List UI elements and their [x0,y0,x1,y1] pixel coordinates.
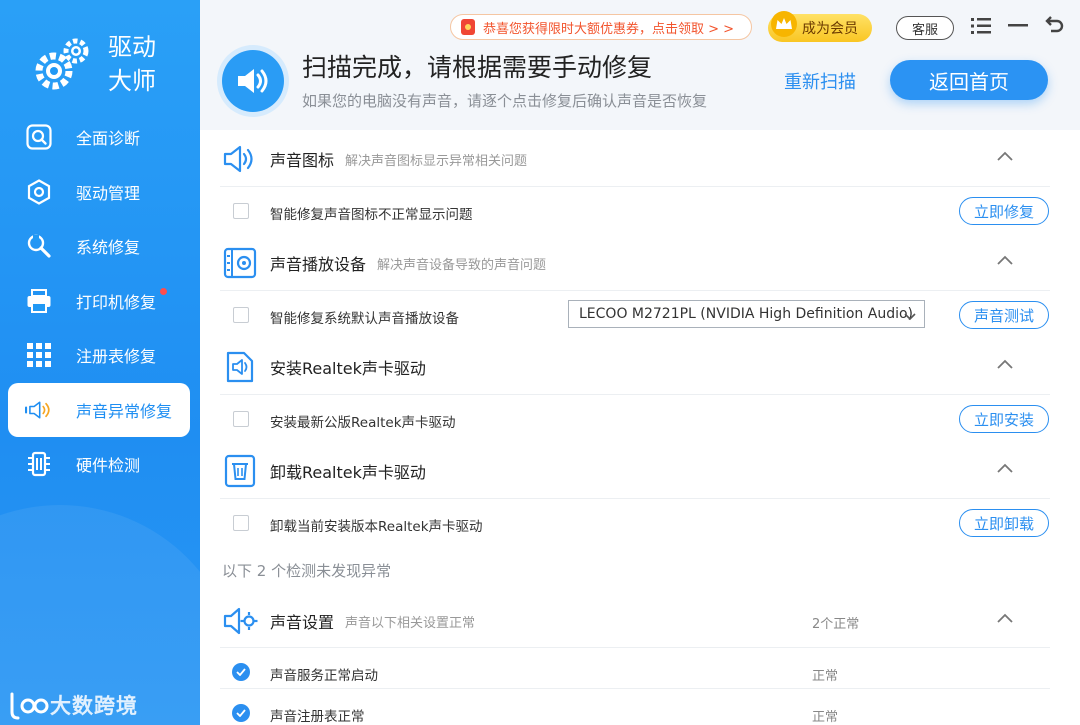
sidebar-item-hardware-check[interactable]: 硬件检测 [8,437,190,492]
grid-icon [25,341,53,369]
device-icon [222,245,258,281]
section-title: 声音设置 [270,613,335,632]
list-item: 智能修复声音图标不正常显示问题 立即修复 [220,186,1050,236]
list-item: 声音注册表正常 正常 [220,688,1050,725]
check-icon [232,663,250,681]
section-desc: 解决声音设备导致的声音问题 [377,258,547,273]
sidebar-nav: 全面诊断 驱动管理 系统修复 打印机修复 注册表修复 声音异常修复 硬件检测 [8,110,190,492]
playback-device-select[interactable]: LECOO M2721PL (NVIDIA High Definition Au… [568,300,925,328]
section-desc: 声音以下相关设置正常 [345,616,476,631]
sound-status-icon [222,50,284,112]
sidebar-item-full-diagnosis[interactable]: 全面诊断 [8,110,190,165]
rescan-link[interactable]: 重新扫描 [784,68,856,94]
sidebar-item-label: 系统修复 [76,238,141,258]
crown-icon [771,11,797,37]
watermark: 大数跨境 [8,690,138,720]
list-item: 智能修复系统默认声音播放设备 LECOO M2721PL (NVIDIA Hig… [220,290,1050,340]
home-button[interactable]: 返回首页 [890,60,1048,100]
sidebar-item-label: 声音异常修复 [76,401,173,421]
item-text: 声音注册表正常 [270,709,365,725]
normal-results-header: 以下 2 个检测未发现异常 [222,562,392,580]
trash-icon [222,453,258,489]
app-name-line1: 驱动 [108,33,156,61]
item-text: 卸载当前安装版本Realtek声卡驱动 [270,519,483,535]
item-text: 声音服务正常启动 [270,668,378,684]
chip-icon [25,450,53,478]
page-subtitle: 如果您的电脑没有声音，请逐个点击修复后确认声音是否恢复 [302,92,708,110]
section-sound-settings: 声音设置 声音以下相关设置正常 2个正常 [200,592,1080,646]
uninstall-now-button[interactable]: 立即卸载 [959,509,1049,537]
speaker-outline-icon [222,141,258,177]
section-uninstall-realtek: 卸载Realtek声卡驱动 [200,442,1080,496]
item-checkbox[interactable] [233,307,249,323]
app-name-line2: 大师 [108,67,156,95]
section-title: 安装Realtek声卡驱动 [270,359,426,378]
sidebar-item-label: 驱动管理 [76,183,141,203]
section-desc: 解决声音图标显示异常相关问题 [345,154,528,169]
item-text: 智能修复系统默认声音播放设备 [270,311,459,327]
item-text: 安装最新公版Realtek声卡驱动 [270,415,456,431]
section-title: 卸载Realtek声卡驱动 [270,463,426,482]
sidebar-item-label: 打印机修复 [76,292,157,312]
wrench-icon [25,232,53,260]
section-title: 声音播放设备 [270,255,367,274]
sound-test-button[interactable]: 声音测试 [959,301,1049,329]
watermark-logo-icon [10,692,49,720]
sidebar-item-label: 注册表修复 [76,347,157,367]
results-panel: 声音图标 解决声音图标显示异常相关问题 智能修复声音图标不正常显示问题 立即修复… [200,130,1080,725]
back-icon[interactable] [1042,14,1066,38]
sidebar-item-sound-repair[interactable]: 声音异常修复 [8,382,190,437]
menu-icon[interactable] [969,14,993,38]
hexagon-icon [25,178,53,206]
promo-text: 恭喜您获得限时大额优惠券，点击领取 > > [483,21,735,37]
item-status: 正常 [812,669,839,684]
gift-icon [461,19,475,35]
section-playback-device: 声音播放设备 解决声音设备导致的声音问题 [200,234,1080,288]
speaker-settings-icon [222,603,258,639]
sidebar-item-driver-manage[interactable]: 驱动管理 [8,165,190,220]
diagnosis-icon [25,123,53,151]
minimize-icon[interactable] [1006,14,1030,38]
sidebar: 驱动 大师 全面诊断 驱动管理 系统修复 打印机修复 注册表修复 声音异常修复 … [0,0,200,725]
section-title: 声音图标 [270,151,335,170]
vip-label: 成为会员 [802,21,858,37]
app-logo: 驱动 大师 [32,30,156,98]
chevron-up-icon[interactable] [995,354,1015,374]
gears-logo-icon [35,38,89,90]
vip-button[interactable]: 成为会员 [768,11,872,42]
section-install-realtek: 安装Realtek声卡驱动 [200,338,1080,392]
fix-now-button[interactable]: 立即修复 [959,197,1049,225]
page-title: 扫描完成，请根据需要手动修复 [302,53,653,82]
list-item: 卸载当前安装版本Realtek声卡驱动 立即卸载 [220,498,1050,548]
chevron-up-icon[interactable] [995,250,1015,270]
sidebar-item-registry-repair[interactable]: 注册表修复 [8,328,190,383]
notification-dot [160,287,167,295]
chevron-up-icon[interactable] [995,608,1015,628]
sidebar-item-printer-repair[interactable]: 打印机修复 [8,274,190,329]
chevron-up-icon[interactable] [995,146,1015,166]
sidebar-item-system-repair[interactable]: 系统修复 [8,219,190,274]
watermark-text: 大数跨境 [50,694,138,718]
item-status: 正常 [812,710,839,725]
support-button[interactable]: 客服 [896,16,954,40]
list-item: 安装最新公版Realtek声卡驱动 立即安装 [220,394,1050,444]
item-text: 智能修复声音图标不正常显示问题 [270,207,473,223]
promo-banner[interactable]: 恭喜您获得限时大额优惠券，点击领取 > > [450,14,752,40]
sidebar-item-label: 硬件检测 [76,456,141,476]
chevron-down-icon [904,309,916,325]
selected-device: LECOO M2721PL (NVIDIA High Definition Au… [579,306,914,322]
driver-install-icon [222,349,258,385]
item-checkbox[interactable] [233,411,249,427]
section-sound-icon: 声音图标 解决声音图标显示异常相关问题 [200,130,1080,184]
chevron-up-icon[interactable] [995,458,1015,478]
install-now-button[interactable]: 立即安装 [959,405,1049,433]
normal-count: 2个正常 [812,617,860,632]
check-icon [232,704,250,722]
printer-icon [25,287,53,315]
item-checkbox[interactable] [233,203,249,219]
speaker-icon [25,396,53,424]
item-checkbox[interactable] [233,515,249,531]
header: 恭喜您获得限时大额优惠券，点击领取 > > 成为会员 客服 扫描完成，请根据需要… [200,0,1080,130]
sidebar-item-label: 全面诊断 [76,129,141,149]
